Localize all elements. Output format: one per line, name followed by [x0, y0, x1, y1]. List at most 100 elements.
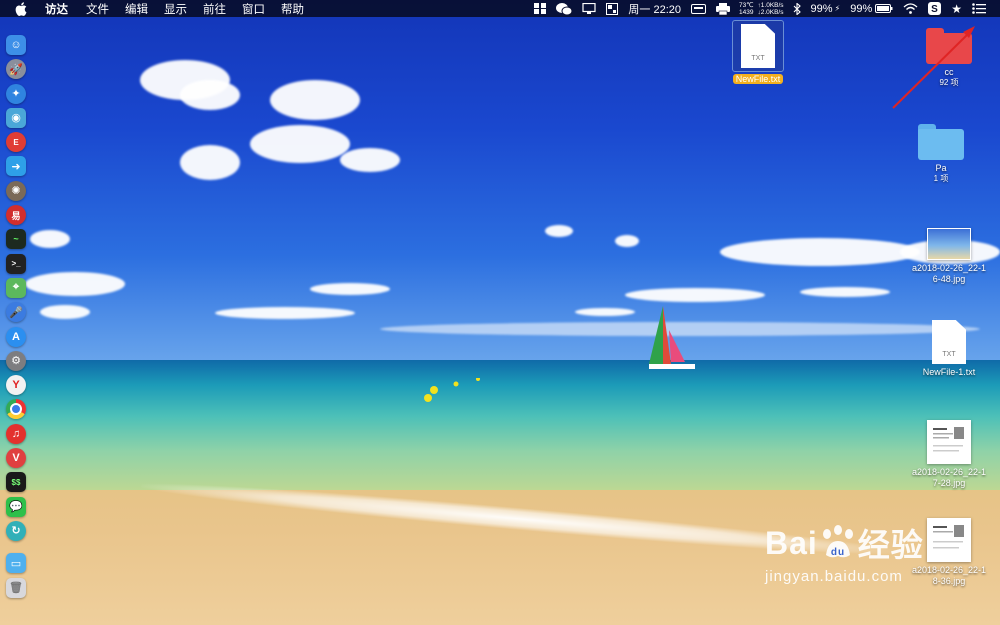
- selected-file-name: NewFile.txt: [732, 74, 784, 84]
- clock-text[interactable]: 周一 22:20: [628, 1, 681, 17]
- grid-icon[interactable]: [534, 3, 547, 14]
- printer-icon[interactable]: [716, 2, 730, 15]
- cloud: [575, 308, 635, 316]
- cloud: [625, 288, 765, 302]
- migration-icon[interactable]: ➜: [6, 156, 26, 177]
- cloud: [40, 305, 90, 319]
- txt-file-icon: TXT: [741, 24, 775, 68]
- app-store-icon[interactable]: A: [6, 326, 26, 347]
- watermark-url: jingyan.baidu.com: [765, 568, 903, 585]
- sailboat: [649, 306, 695, 369]
- safari-icon[interactable]: ✦: [6, 83, 26, 104]
- file-name-line1: a2018-02-26_22-1: [911, 467, 987, 477]
- file-label: NewFile.txt: [732, 74, 784, 85]
- launchpad-icon[interactable]: 🚀: [6, 59, 26, 80]
- file-name-line2: 7-28.jpg: [932, 478, 966, 488]
- watermark-text-end: 经验: [857, 527, 924, 563]
- menu-app-name[interactable]: 访达: [45, 1, 68, 17]
- menu-file[interactable]: 文件: [86, 1, 109, 17]
- watermark-logo: Bai du 经验: [765, 520, 924, 566]
- system-preferences-icon[interactable]: ⚙: [6, 350, 26, 371]
- desktop-file-newfile-1[interactable]: TXT NewFile-1.txt: [899, 320, 999, 378]
- buoys: [424, 378, 480, 402]
- menu-bar: 访达 文件 编辑 显示 前往 窗口 帮助 周一 22:20 73℃ ↑1.0KB…: [0, 0, 1000, 17]
- wechat-status-icon[interactable]: [556, 2, 573, 15]
- keyboard-icon[interactable]: [691, 3, 706, 14]
- image-thumbnail-icon: [927, 518, 971, 562]
- desktop-image-2[interactable]: a2018-02-26_22-1 7-28.jpg: [899, 420, 999, 489]
- display-icon[interactable]: [582, 3, 597, 14]
- menu-go[interactable]: 前往: [203, 1, 226, 17]
- preview-icon[interactable]: ◉: [6, 107, 26, 128]
- folder-count: 1 项: [933, 174, 949, 183]
- status-area: 周一 22:20 73℃ ↑1.0KB/s 1439 ↓2.0KB/s 99% …: [529, 0, 1000, 17]
- cloud: [250, 125, 350, 163]
- network-speed-monitor[interactable]: 73℃ ↑1.0KB/s 1439 ↓2.0KB/s: [739, 2, 784, 16]
- txt-tag: TXT: [942, 351, 956, 358]
- battery-icon: [875, 4, 893, 13]
- cloud: [270, 80, 360, 120]
- vivaldi-icon[interactable]: V: [6, 448, 26, 469]
- console-icon[interactable]: $$: [6, 472, 26, 493]
- sync-icon[interactable]: ↻: [6, 520, 26, 541]
- trash-icon[interactable]: 🗑: [6, 577, 26, 598]
- svg-text:S: S: [931, 4, 938, 15]
- annotation-arrow-icon: [892, 26, 975, 109]
- cloud: [340, 148, 400, 172]
- wifi-icon[interactable]: [903, 3, 918, 14]
- charging-icon: ⚡: [834, 4, 841, 13]
- file-name-line1: a2018-02-26_22-1: [911, 263, 987, 273]
- image-thumbnail-icon: [927, 228, 971, 260]
- selection-box: TXT: [732, 20, 784, 72]
- battery-percent-2[interactable]: 99%: [850, 3, 893, 15]
- menu-help[interactable]: 帮助: [281, 1, 304, 17]
- watermark-text: Bai: [765, 524, 818, 561]
- baidu-watermark: Bai du 经验 jingyan.baidu.com: [765, 520, 924, 586]
- cloud: [215, 307, 355, 319]
- txt-tag: TXT: [751, 55, 765, 62]
- cloud: [310, 283, 390, 295]
- battery-text-2: 99%: [850, 2, 873, 15]
- star-icon[interactable]: ★: [951, 2, 962, 16]
- cloud: [180, 80, 240, 110]
- download-speed: ↓2.0KB/s: [757, 8, 784, 16]
- photo-app-icon[interactable]: ✺: [6, 180, 26, 201]
- terminal-icon[interactable]: >_: [6, 253, 26, 274]
- txt-file-icon: TXT: [932, 320, 966, 364]
- battery-percent-1[interactable]: 99% ⚡: [811, 3, 841, 15]
- activity-monitor-icon[interactable]: ~: [6, 229, 26, 250]
- desktop-image-1[interactable]: a2018-02-26_22-1 6-48.jpg: [899, 228, 999, 285]
- netease-icon[interactable]: 易: [6, 205, 26, 226]
- cloud: [720, 238, 920, 266]
- finder-icon[interactable]: ☺: [6, 35, 26, 55]
- chrome-icon[interactable]: [6, 399, 26, 420]
- menu-window[interactable]: 窗口: [242, 1, 265, 17]
- notification-center-icon[interactable]: [972, 3, 986, 14]
- cloud: [25, 272, 125, 296]
- netease-music-icon[interactable]: ♫: [6, 423, 26, 444]
- battery-text-1: 99%: [810, 2, 833, 15]
- apple-menu-icon[interactable]: [15, 1, 29, 16]
- svg-text:du: du: [831, 547, 845, 558]
- desktop-folder-pa[interactable]: Pa 1 项: [891, 124, 991, 184]
- menu-edit[interactable]: 编辑: [125, 1, 148, 17]
- upload-speed: ↑1.0KB/s: [757, 1, 784, 9]
- yandex-icon[interactable]: Y: [6, 375, 26, 396]
- menu-view[interactable]: 显示: [164, 1, 187, 17]
- folder-icon[interactable]: ▭: [6, 553, 26, 574]
- cloud: [615, 235, 639, 247]
- wallpaper-sky: [0, 0, 1000, 365]
- siri-icon[interactable]: 🎤: [6, 302, 26, 323]
- file-name: NewFile-1.txt: [922, 367, 976, 377]
- cloud: [30, 230, 70, 248]
- cloud: [800, 287, 890, 297]
- app-red-icon[interactable]: E: [6, 132, 26, 153]
- maps-icon[interactable]: ⌖: [6, 277, 26, 298]
- s-app-icon[interactable]: S: [928, 2, 942, 15]
- bluetooth-icon[interactable]: [793, 2, 801, 15]
- window-manager-icon[interactable]: [606, 2, 619, 15]
- baidu-paw-icon: du: [822, 525, 853, 558]
- wechat-icon[interactable]: 💬: [6, 496, 26, 517]
- image-thumbnail-icon: [927, 420, 971, 464]
- desktop-file-newfile-selected[interactable]: TXT NewFile.txt: [708, 20, 808, 85]
